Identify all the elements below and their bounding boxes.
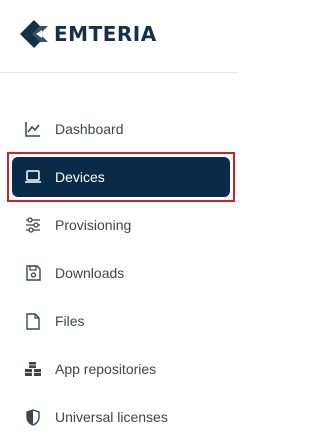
sidebar-item-label: Files: [55, 313, 85, 329]
header-divider: [0, 72, 238, 73]
chart-line-icon: [24, 120, 42, 138]
sidebar-item-label: Universal licenses: [55, 409, 168, 425]
sidebar-item-label: App repositories: [55, 361, 157, 377]
cubes-icon: [24, 360, 42, 378]
sidebar-item-label: Dashboard: [55, 121, 124, 137]
sidebar-item-label: Provisioning: [55, 217, 132, 233]
sliders-icon: [24, 216, 42, 234]
sidebar-item-app-repositories[interactable]: App repositories: [12, 349, 230, 389]
sidebar-item-label: Downloads: [55, 265, 125, 281]
file-icon: [24, 312, 42, 330]
sidebar-item-files[interactable]: Files: [12, 301, 230, 341]
laptop-icon: [24, 168, 42, 186]
save-disk-icon: [24, 264, 42, 282]
sidebar-item-dashboard[interactable]: Dashboard: [12, 109, 230, 149]
sidebar-item-devices[interactable]: Devices: [12, 157, 230, 197]
sidebar-item-universal-licenses[interactable]: Universal licenses: [12, 397, 230, 437]
shield-icon: [24, 408, 42, 426]
sidebar-item-label: Devices: [55, 169, 105, 185]
brand-name: EMTERIA: [54, 22, 157, 46]
sidebar-item-provisioning[interactable]: Provisioning: [12, 205, 230, 245]
emteria-logo-icon[interactable]: [18, 18, 50, 50]
brand-header: EMTERIA: [0, 0, 238, 72]
sidebar-item-downloads[interactable]: Downloads: [12, 253, 230, 293]
